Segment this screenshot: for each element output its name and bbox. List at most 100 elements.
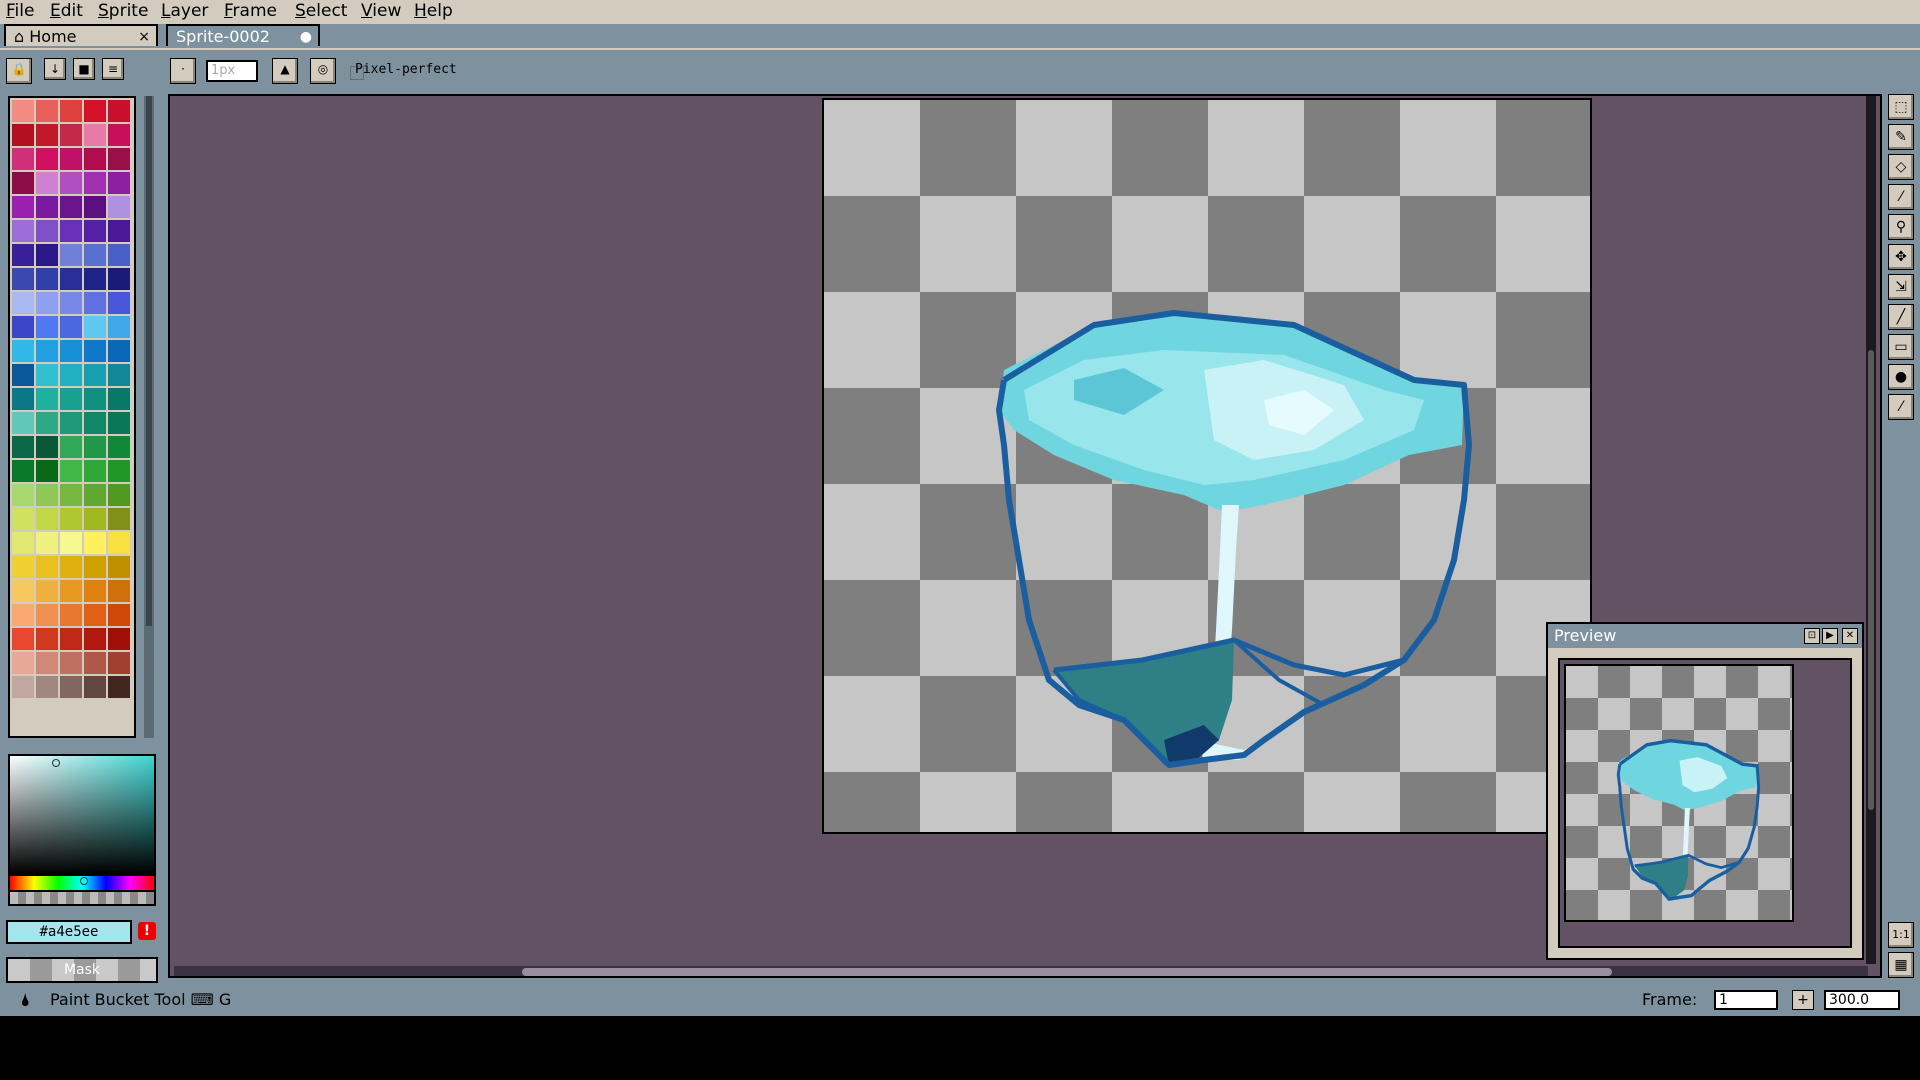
palette-swatch[interactable]	[60, 340, 82, 362]
palette-swatch[interactable]	[12, 484, 34, 506]
one-to-one-button[interactable]: 1:1	[1888, 922, 1914, 948]
palette-swatch[interactable]	[108, 436, 130, 458]
pencil-icon[interactable]: ✎	[1888, 124, 1914, 150]
rectangle-icon[interactable]: ▭	[1888, 334, 1914, 360]
eraser-icon[interactable]: ◇	[1888, 154, 1914, 180]
palette-swatch[interactable]	[12, 316, 34, 338]
palette-swatch[interactable]	[36, 508, 58, 530]
hex-color-field[interactable]: #a4e5ee	[6, 920, 132, 944]
palette-swatch[interactable]	[36, 340, 58, 362]
palette-swatch[interactable]	[60, 196, 82, 218]
palette-swatch[interactable]	[60, 532, 82, 554]
palette-swatch[interactable]	[84, 148, 106, 170]
palette-swatch[interactable]	[84, 388, 106, 410]
hue-cursor[interactable]	[80, 877, 88, 885]
tab-sprite[interactable]: Sprite-0002 ●	[166, 24, 320, 46]
palette-swatch[interactable]	[108, 196, 130, 218]
horizontal-scroll-thumb[interactable]	[522, 968, 1612, 976]
palette-swatch[interactable]	[108, 676, 130, 698]
palette-swatch[interactable]	[12, 196, 34, 218]
palette-swatch[interactable]	[60, 604, 82, 626]
menu-help[interactable]: Help	[414, 0, 453, 24]
alpha-slider[interactable]	[8, 892, 156, 906]
palette-swatch[interactable]	[12, 244, 34, 266]
blur-icon[interactable]: ⁄	[1888, 394, 1914, 420]
palette-swatch[interactable]	[60, 100, 82, 122]
palette-swatch[interactable]	[108, 508, 130, 530]
palette-scroll-thumb[interactable]	[146, 96, 152, 626]
palette-swatch[interactable]	[108, 628, 130, 650]
palette-swatch[interactable]	[84, 196, 106, 218]
palette-swatch[interactable]	[36, 436, 58, 458]
palette-swatch[interactable]	[108, 556, 130, 578]
palette-swatch[interactable]	[108, 220, 130, 242]
hue-slider[interactable]	[8, 876, 156, 892]
palette-swatch[interactable]	[108, 292, 130, 314]
palette-swatch[interactable]	[36, 364, 58, 386]
palette-swatch[interactable]	[36, 124, 58, 146]
palette-swatch[interactable]	[36, 292, 58, 314]
preview-window[interactable]: Preview ⊡ ▶ ✕	[1546, 622, 1864, 960]
palette-swatch[interactable]	[12, 532, 34, 554]
palette-swatch[interactable]	[84, 580, 106, 602]
palette-swatch[interactable]	[12, 556, 34, 578]
brush-size-input[interactable]: 1px	[206, 60, 258, 82]
palette-swatch[interactable]	[84, 340, 106, 362]
palette-swatch[interactable]	[60, 268, 82, 290]
palette-swatch[interactable]	[84, 604, 106, 626]
palette-swatch[interactable]	[12, 292, 34, 314]
palette-swatch[interactable]	[108, 652, 130, 674]
preview-play-icon[interactable]: ▶	[1822, 628, 1838, 644]
palette-swatch[interactable]	[108, 100, 130, 122]
palette-swatch[interactable]	[12, 436, 34, 458]
palette-swatch[interactable]	[108, 412, 130, 434]
palette-swatch[interactable]	[12, 412, 34, 434]
palette-swatch[interactable]	[12, 220, 34, 242]
palette-swatch[interactable]	[12, 460, 34, 482]
palette-swatch[interactable]	[60, 652, 82, 674]
palette-swatch[interactable]	[36, 556, 58, 578]
ink-icon[interactable]: ▲	[272, 58, 298, 84]
palette-swatch[interactable]	[108, 244, 130, 266]
palette-swatch[interactable]	[108, 484, 130, 506]
palette-swatch[interactable]	[60, 244, 82, 266]
palette-swatch[interactable]	[36, 268, 58, 290]
palette-swatch[interactable]	[84, 532, 106, 554]
palette-swatch[interactable]	[60, 460, 82, 482]
palette-swatch[interactable]	[84, 508, 106, 530]
menu-view[interactable]: View	[361, 0, 401, 24]
fill-target-icon[interactable]: ◎	[310, 58, 336, 84]
preview-center-icon[interactable]: ⊡	[1804, 628, 1820, 644]
line-icon[interactable]: ╱	[1888, 304, 1914, 330]
palette-swatch[interactable]	[36, 196, 58, 218]
marquee-icon[interactable]: ⬚	[1888, 94, 1914, 120]
mask-color-button[interactable]: Mask	[6, 957, 158, 983]
palette-swatch[interactable]	[60, 220, 82, 242]
palette-swatch[interactable]	[36, 676, 58, 698]
palette-swatch[interactable]	[12, 100, 34, 122]
palette-swatch[interactable]	[36, 604, 58, 626]
close-tab-icon[interactable]: ×	[138, 26, 150, 48]
palette-swatch[interactable]	[60, 148, 82, 170]
frame-input[interactable]: 1	[1714, 990, 1778, 1010]
palette-swatch[interactable]	[84, 220, 106, 242]
palette-swatch[interactable]	[12, 604, 34, 626]
palette-swatch[interactable]	[12, 124, 34, 146]
palette-swatch[interactable]	[12, 652, 34, 674]
palette-swatch[interactable]	[84, 244, 106, 266]
palette-swatch[interactable]	[60, 364, 82, 386]
palette-swatch[interactable]	[108, 532, 130, 554]
palette-swatch[interactable]	[84, 364, 106, 386]
palette-swatch[interactable]	[108, 580, 130, 602]
palette-swatch[interactable]	[60, 676, 82, 698]
menu-file[interactable]: File	[6, 0, 34, 24]
palette-swatch[interactable]	[84, 628, 106, 650]
palette-swatch[interactable]	[108, 388, 130, 410]
palette-swatch[interactable]	[60, 124, 82, 146]
palette-swatch[interactable]	[60, 508, 82, 530]
move-icon[interactable]: ✥	[1888, 244, 1914, 270]
palette-swatch[interactable]	[12, 340, 34, 362]
palette-swatch[interactable]	[12, 172, 34, 194]
palette-swatch[interactable]	[84, 652, 106, 674]
menu-frame[interactable]: Frame	[224, 0, 277, 24]
